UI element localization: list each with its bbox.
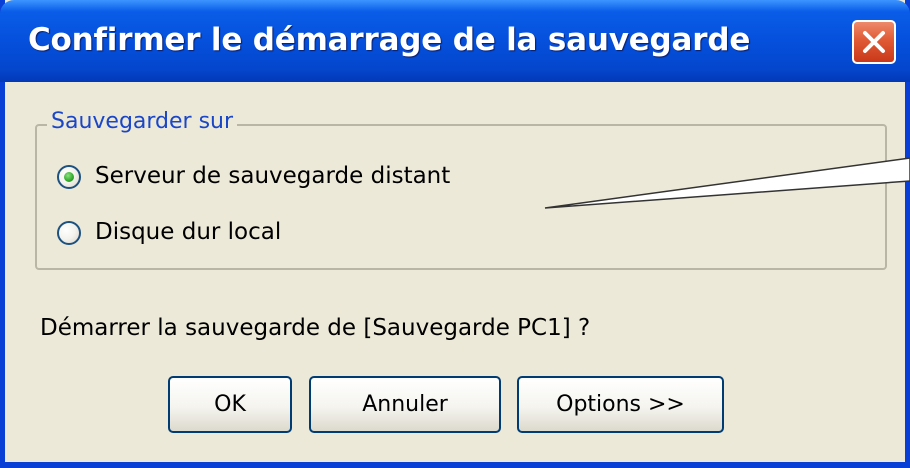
close-button[interactable] xyxy=(852,20,896,64)
radio-label-remote-server[interactable]: Serveur de sauvegarde distant xyxy=(95,163,450,189)
confirmation-question: Démarrer la sauvegarde de [Sauvegarde PC… xyxy=(40,315,591,341)
radio-selected-dot xyxy=(64,172,74,182)
radio-label-local-disk[interactable]: Disque dur local xyxy=(95,219,281,245)
dialog-title: Confirmer le démarrage de la sauvegarde xyxy=(28,22,751,58)
ok-button[interactable]: OK xyxy=(168,376,292,433)
radio-button-unselected[interactable] xyxy=(57,221,81,245)
group-label: Sauvegarder sur xyxy=(47,109,238,134)
options-button[interactable]: Options >> xyxy=(517,376,724,433)
backup-destination-group xyxy=(35,124,887,270)
radio-button-selected[interactable] xyxy=(57,165,81,189)
cancel-button[interactable]: Annuler xyxy=(309,376,501,433)
title-bar[interactable]: Confirmer le démarrage de la sauvegarde xyxy=(0,0,910,82)
close-x-icon xyxy=(863,31,885,53)
